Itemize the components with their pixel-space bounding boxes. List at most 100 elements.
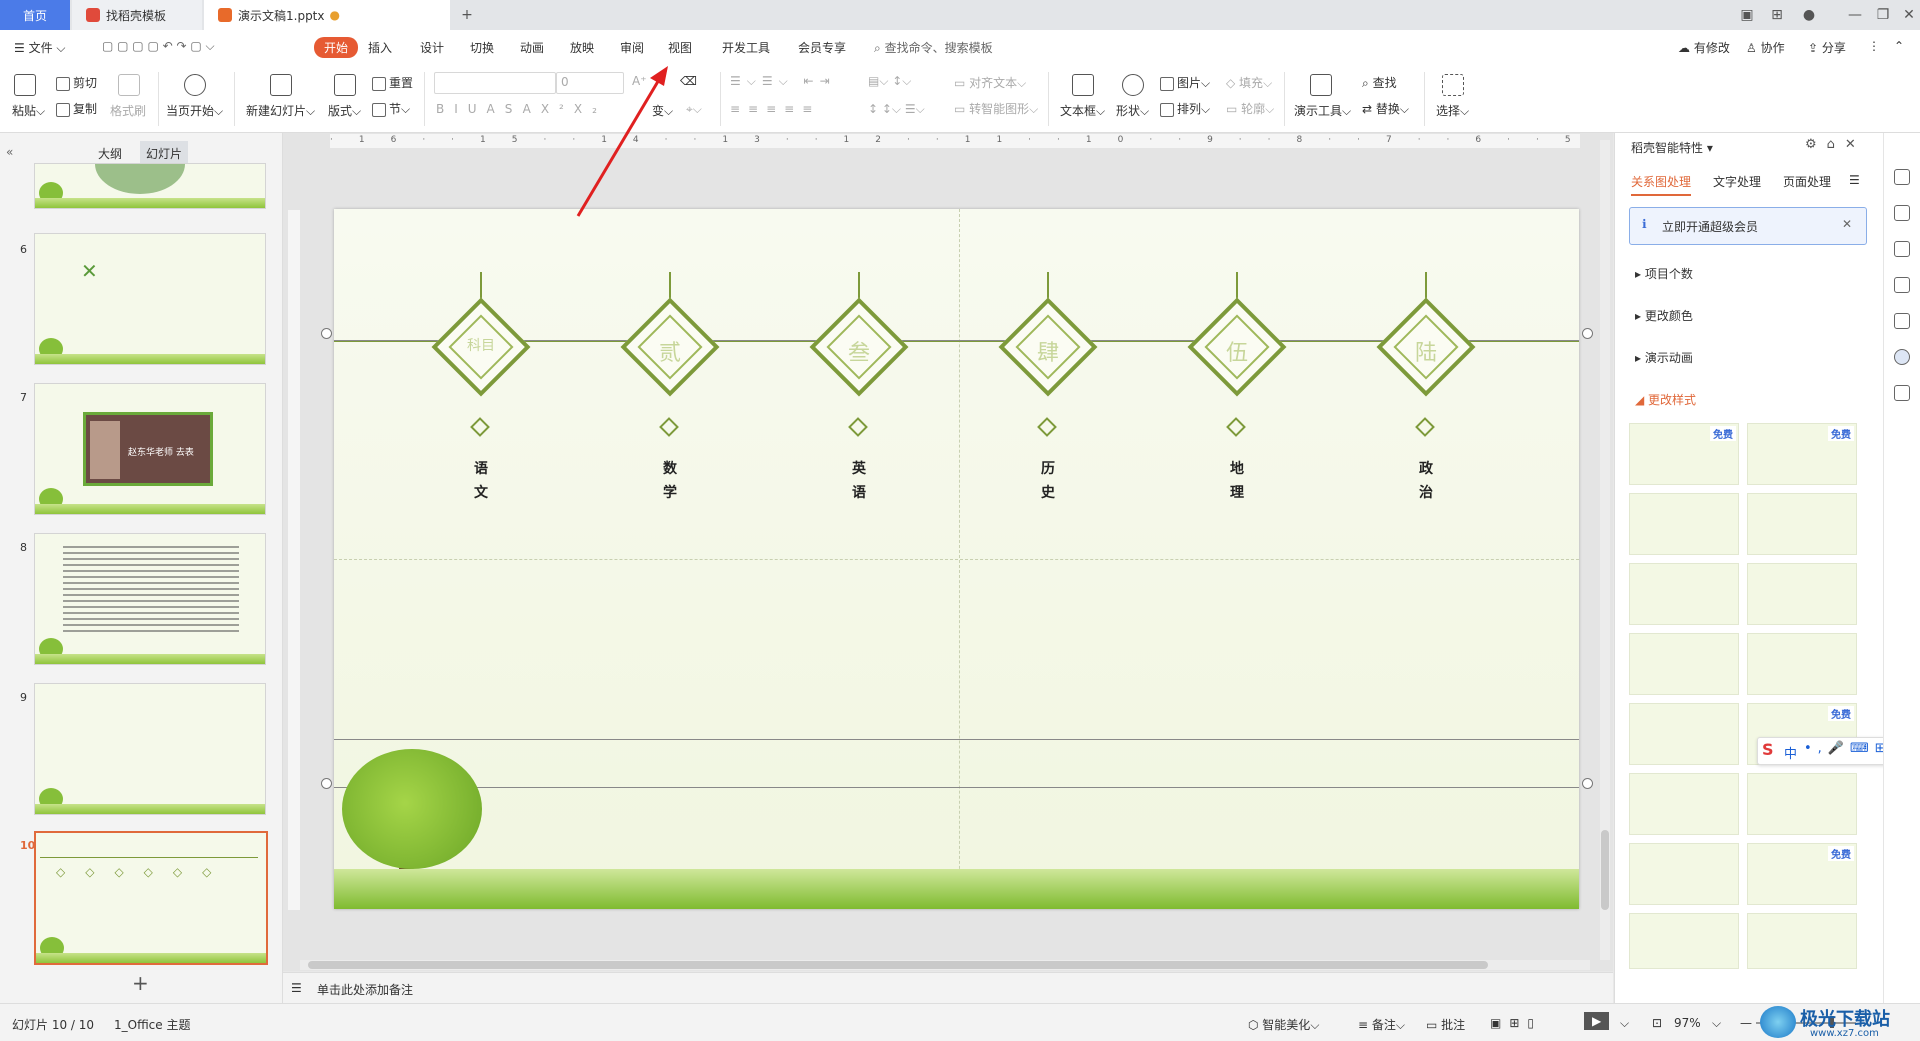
scrollbar-thumb[interactable] bbox=[308, 961, 1488, 969]
clear-format-icon[interactable]: ⌫ bbox=[680, 74, 697, 88]
comments-toggle[interactable]: ▭ 批注 bbox=[1426, 1016, 1465, 1033]
tab-document[interactable]: 演示文稿1.pptx ● bbox=[204, 0, 450, 30]
select-button[interactable]: 选择⌵ bbox=[1436, 102, 1469, 119]
style-template-card[interactable] bbox=[1747, 633, 1857, 695]
text-direction-button[interactable]: ▤⌵ ↕⌵ bbox=[868, 74, 911, 89]
style-template-card[interactable] bbox=[1629, 633, 1739, 695]
ornament-2[interactable]: 贰 数学 bbox=[615, 272, 725, 512]
add-slide-button[interactable]: + bbox=[132, 971, 149, 995]
line-spacing-button[interactable]: ↕ ↕⌵ ☰⌵ bbox=[868, 102, 925, 117]
tab-template-store[interactable]: 找稻壳模板 bbox=[72, 0, 202, 30]
vertical-ruler[interactable] bbox=[288, 210, 300, 910]
from-current-button[interactable]: 当页开始⌵ bbox=[166, 102, 223, 119]
slide-thumbnail-10[interactable]: ◇◇◇◇◇◇ bbox=[34, 831, 268, 965]
tab-home[interactable]: 首页 bbox=[0, 0, 70, 30]
layout-icon[interactable]: ▣ bbox=[1738, 6, 1756, 24]
picture-button[interactable]: 图片⌵ bbox=[1160, 74, 1210, 91]
zoom-dropdown-icon[interactable]: ⌵ bbox=[1712, 1016, 1721, 1031]
zoom-level[interactable]: 97% bbox=[1674, 1016, 1701, 1030]
find-button[interactable]: ⌕ 查找 bbox=[1362, 74, 1397, 91]
style-template-card[interactable] bbox=[1629, 563, 1739, 625]
textbox-button[interactable]: 文本框⌵ bbox=[1060, 102, 1105, 119]
play-dropdown-icon[interactable]: ⌵ bbox=[1620, 1016, 1629, 1031]
horizontal-scrollbar[interactable] bbox=[300, 960, 1590, 970]
style-template-card[interactable] bbox=[1747, 493, 1857, 555]
outline-button[interactable]: ▭ 轮廓⌵ bbox=[1226, 100, 1274, 117]
menu-design[interactable]: 设计 bbox=[420, 39, 444, 56]
menu-transition[interactable]: 切换 bbox=[470, 39, 494, 56]
menu-slideshow[interactable]: 放映 bbox=[570, 39, 594, 56]
fill-button[interactable]: ◇ 填充⌵ bbox=[1226, 74, 1272, 91]
zoom-out-icon[interactable]: — bbox=[1740, 1016, 1752, 1030]
section-button[interactable]: 节⌵ bbox=[372, 100, 410, 117]
menu-start[interactable]: 开始 bbox=[314, 37, 359, 58]
fit-window-icon[interactable]: ⊡ bbox=[1652, 1016, 1662, 1030]
format-painter-button[interactable]: 格式刷 bbox=[110, 102, 146, 119]
shape-button[interactable]: 形状⌵ bbox=[1116, 102, 1149, 119]
panel-title[interactable]: 稻壳智能特性 ▾ bbox=[1631, 139, 1713, 156]
revision-button[interactable]: ☁ 有修改 bbox=[1678, 39, 1730, 56]
ornament-6[interactable]: 陆 政治 bbox=[1371, 272, 1481, 512]
slide-thumbnail-8[interactable] bbox=[34, 533, 266, 665]
collapse-ribbon-icon[interactable]: ⌃ bbox=[1894, 39, 1904, 53]
theme-name[interactable]: 1_Office 主题 bbox=[114, 1016, 190, 1033]
menu-animation[interactable]: 动画 bbox=[520, 39, 544, 56]
pin-icon[interactable] bbox=[1894, 169, 1910, 185]
apps-grid-icon[interactable]: ⊞ bbox=[1768, 6, 1786, 24]
resize-handle[interactable] bbox=[1582, 778, 1593, 789]
ime-toolbar[interactable]: S 中 •,🎤⌨⊞ bbox=[1757, 737, 1897, 765]
style-template-card[interactable] bbox=[1747, 563, 1857, 625]
tab-outline[interactable]: 大纲 bbox=[98, 145, 122, 162]
ornament-1[interactable]: 科目 语文 bbox=[426, 272, 536, 512]
share-button[interactable]: ⇪ 分享 bbox=[1808, 39, 1846, 56]
highlight-icon[interactable]: ⌖⌵ bbox=[686, 102, 702, 117]
style-template-card[interactable]: 免费 bbox=[1747, 843, 1857, 905]
smart-feature-icon[interactable] bbox=[1894, 349, 1910, 365]
style-template-card[interactable] bbox=[1747, 773, 1857, 835]
style-template-card[interactable] bbox=[1629, 493, 1739, 555]
book-icon[interactable] bbox=[1894, 385, 1910, 401]
minimize-icon[interactable]: — bbox=[1846, 6, 1864, 24]
close-icon[interactable]: ✕ bbox=[1842, 217, 1852, 231]
layout-button[interactable]: 版式⌵ bbox=[328, 102, 361, 119]
menu-developer[interactable]: 开发工具 bbox=[722, 39, 770, 56]
star-icon[interactable] bbox=[1894, 241, 1910, 257]
adjust-icon[interactable] bbox=[1894, 205, 1910, 221]
font-size-select[interactable]: 0 bbox=[556, 72, 624, 94]
style-template-card[interactable] bbox=[1629, 773, 1739, 835]
ornament-5[interactable]: 伍 地理 bbox=[1182, 272, 1292, 512]
text-effect-icon[interactable]: 变⌵ bbox=[652, 102, 673, 119]
collab-button[interactable]: ♙ 协作 bbox=[1746, 39, 1785, 56]
slide-thumbnail-5[interactable] bbox=[34, 163, 266, 209]
style-template-card[interactable]: 免费 bbox=[1629, 423, 1739, 485]
file-menu[interactable]: ☰ 文件 ⌵ bbox=[14, 39, 66, 56]
replace-button[interactable]: ⇄ 替换⌵ bbox=[1362, 100, 1409, 117]
new-slide-button[interactable]: 新建幻灯片⌵ bbox=[246, 102, 315, 119]
collapse-panel-icon[interactable]: « bbox=[6, 145, 13, 159]
cut-button[interactable]: 剪切 bbox=[56, 74, 97, 91]
tab-relation-diagram[interactable]: 关系图处理 bbox=[1631, 173, 1692, 196]
command-search[interactable]: ⌕ 查找命令、搜索模板 bbox=[874, 39, 993, 56]
notes-pane[interactable]: ☰ 单击此处添加备注 bbox=[283, 972, 1613, 1003]
panel-header-icons[interactable]: ⚙⌂✕ bbox=[1805, 137, 1866, 152]
menu-review[interactable]: 审阅 bbox=[620, 39, 644, 56]
vertical-scrollbar[interactable] bbox=[1600, 140, 1610, 960]
section-animation[interactable]: ▸ 演示动画 bbox=[1635, 349, 1693, 366]
notes-toggle[interactable]: ≡ 备注⌵ bbox=[1358, 1016, 1405, 1033]
style-template-card[interactable] bbox=[1629, 703, 1739, 765]
more-icon[interactable]: ⋮ bbox=[1868, 39, 1880, 53]
ornament-4[interactable]: 肆 历史 bbox=[993, 272, 1103, 512]
present-tools-button[interactable]: 演示工具⌵ bbox=[1294, 102, 1351, 119]
resize-handle[interactable] bbox=[1582, 328, 1593, 339]
beautify-button[interactable]: ⬡ 智能美化⌵ bbox=[1248, 1016, 1319, 1033]
image-icon[interactable] bbox=[1894, 313, 1910, 329]
ornament-3[interactable]: 叁 英语 bbox=[804, 272, 914, 512]
style-template-card[interactable] bbox=[1629, 843, 1739, 905]
vip-banner[interactable]: ℹ 立即开通超级会员 ✕ bbox=[1629, 207, 1867, 245]
play-button[interactable]: ▶ bbox=[1584, 1012, 1610, 1030]
section-change-color[interactable]: ▸ 更改颜色 bbox=[1635, 307, 1693, 324]
list-buttons[interactable]: ☰⌵☰⌵ ⇤⇥ bbox=[730, 74, 836, 89]
menu-member[interactable]: 会员专享 bbox=[798, 39, 846, 56]
convert-smartart-button[interactable]: ▭ 转智能图形⌵ bbox=[954, 100, 1038, 117]
align-text-button[interactable]: ▭ 对齐文本⌵ bbox=[954, 74, 1026, 91]
